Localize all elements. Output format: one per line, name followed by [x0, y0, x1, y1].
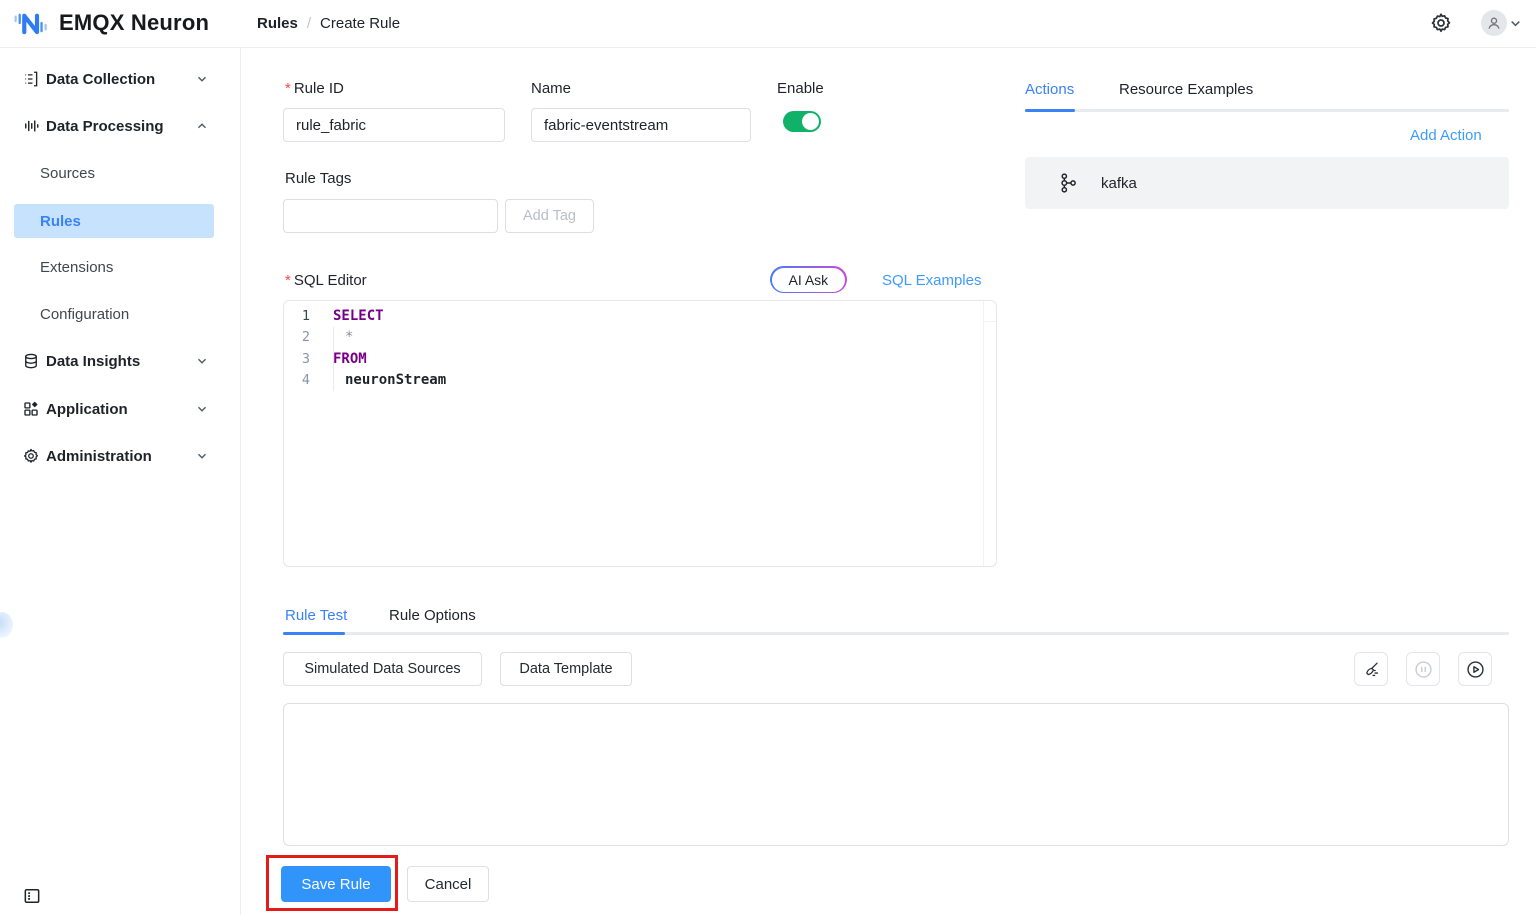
sidebar-item-sources[interactable]: Sources [0, 156, 241, 190]
clear-output-button[interactable] [1354, 652, 1388, 686]
run-test-button[interactable] [1458, 652, 1492, 686]
sidebar-item-label: Sources [40, 165, 95, 182]
line-number: 1 [284, 308, 324, 324]
cancel-button[interactable]: Cancel [407, 866, 489, 902]
name-input[interactable] [531, 108, 751, 142]
list-icon [22, 70, 40, 88]
sidebar-item-label: Data Collection [46, 71, 155, 88]
editor-scrollbar-divider [983, 321, 996, 322]
breadcrumb-separator: / [307, 15, 311, 32]
sidebar-item-label: Data Insights [46, 353, 140, 370]
app-root: EMQX Neuron Rules / Create Rule [0, 0, 1536, 915]
sql-line: 1 SELECT [284, 305, 996, 327]
add-action-link[interactable]: Add Action [1410, 127, 1482, 144]
sidebar-item-label: Application [46, 401, 128, 418]
sidebar-item-data-collection[interactable]: Data Collection [0, 62, 241, 96]
editor-scrollbar[interactable] [983, 301, 996, 566]
chevron-down-icon [196, 450, 208, 462]
test-tab-indicator [283, 632, 345, 635]
sidebar: Data Collection Data Processing Sources … [0, 48, 241, 915]
line-number: 3 [284, 351, 324, 367]
sidebar-item-configuration[interactable]: Configuration [0, 297, 241, 331]
sql-line: 4 neuronStream [284, 370, 996, 392]
gear-icon [22, 447, 40, 465]
floating-helper-widget[interactable] [0, 612, 13, 638]
user-icon [1485, 14, 1503, 32]
add-tag-button[interactable]: Add Tag [505, 199, 594, 233]
user-menu-chevron-down-icon[interactable] [1509, 17, 1522, 30]
sql-examples-link[interactable]: SQL Examples [882, 272, 982, 289]
sidebar-item-administration[interactable]: Administration [0, 439, 241, 473]
chevron-up-icon [196, 120, 208, 132]
sql-line: 2 * [284, 327, 996, 349]
action-item-label: kafka [1101, 175, 1137, 192]
tab-rule-options[interactable]: Rule Options [389, 607, 476, 624]
equalizer-icon [22, 117, 40, 135]
action-item-kafka[interactable]: kafka [1025, 157, 1509, 209]
required-mark: * [285, 80, 291, 97]
chevron-down-icon [196, 73, 208, 85]
rule-tags-label: Rule Tags [285, 170, 351, 187]
ai-ask-button[interactable]: AI Ask [770, 266, 847, 293]
sidebar-item-extensions[interactable]: Extensions [0, 250, 241, 284]
sql-code-text: * [324, 329, 353, 345]
actions-tab-indicator [1025, 109, 1075, 112]
indent-guide [333, 327, 334, 391]
tab-actions[interactable]: Actions [1025, 81, 1074, 98]
app-title: EMQX Neuron [59, 10, 209, 36]
sidebar-item-application[interactable]: Application [0, 392, 241, 426]
collapse-sidebar-icon[interactable] [22, 886, 42, 906]
ai-ask-label: AI Ask [772, 268, 846, 292]
data-template-button[interactable]: Data Template [500, 652, 632, 686]
rule-id-input[interactable] [283, 108, 505, 142]
app-logo[interactable]: EMQX Neuron [12, 9, 209, 37]
sidebar-item-label: Data Processing [46, 118, 164, 135]
settings-gear-icon[interactable] [1429, 11, 1453, 35]
sidebar-item-rules[interactable]: Rules [14, 204, 214, 238]
enable-label: Enable [777, 80, 824, 97]
user-avatar[interactable] [1481, 10, 1507, 36]
rule-id-label: *Rule ID [285, 80, 344, 97]
sidebar-item-data-insights[interactable]: Data Insights [0, 344, 241, 378]
database-icon [22, 352, 40, 370]
sidebar-item-label: Administration [46, 448, 152, 465]
rule-tags-input[interactable] [283, 199, 498, 233]
sidebar-item-label: Configuration [40, 306, 129, 323]
clean-icon [1362, 660, 1381, 679]
breadcrumb: Rules / Create Rule [257, 15, 400, 32]
top-header: EMQX Neuron Rules / Create Rule [0, 0, 1536, 48]
neuron-logo-icon [12, 9, 52, 37]
sql-line: 3 FROM [284, 348, 996, 370]
chevron-down-icon [196, 355, 208, 367]
simulated-data-sources-button[interactable]: Simulated Data Sources [283, 652, 482, 686]
apps-icon [22, 400, 40, 418]
line-number: 4 [284, 372, 324, 388]
sql-code-text: neuronStream [324, 372, 446, 388]
pause-test-button[interactable] [1406, 652, 1440, 686]
sql-editor-label: *SQL Editor [285, 272, 367, 289]
toggle-knob [802, 113, 819, 130]
kafka-icon [1057, 171, 1079, 195]
actions-tab-track [1025, 109, 1509, 112]
pause-icon [1413, 659, 1434, 680]
test-output-area[interactable] [283, 703, 1509, 846]
enable-toggle[interactable] [783, 111, 821, 132]
required-mark: * [285, 272, 291, 289]
chevron-down-icon [196, 403, 208, 415]
save-rule-button[interactable]: Save Rule [281, 866, 391, 902]
breadcrumb-rules-link[interactable]: Rules [257, 15, 298, 32]
sidebar-item-label: Extensions [40, 259, 113, 276]
breadcrumb-current-page: Create Rule [320, 15, 400, 32]
test-tab-track [283, 632, 1509, 635]
sql-code-editor[interactable]: 1 SELECT 2 * 3 FROM 4 neuronStream [283, 300, 997, 567]
sidebar-item-data-processing[interactable]: Data Processing [0, 109, 241, 143]
sql-code-text: SELECT [324, 308, 384, 324]
play-icon [1465, 659, 1486, 680]
name-label: Name [531, 80, 571, 97]
tab-resource-examples[interactable]: Resource Examples [1119, 81, 1253, 98]
line-number: 2 [284, 329, 324, 345]
sql-code-text: FROM [324, 351, 367, 367]
tab-rule-test[interactable]: Rule Test [285, 607, 347, 624]
sidebar-item-label: Rules [40, 213, 81, 230]
